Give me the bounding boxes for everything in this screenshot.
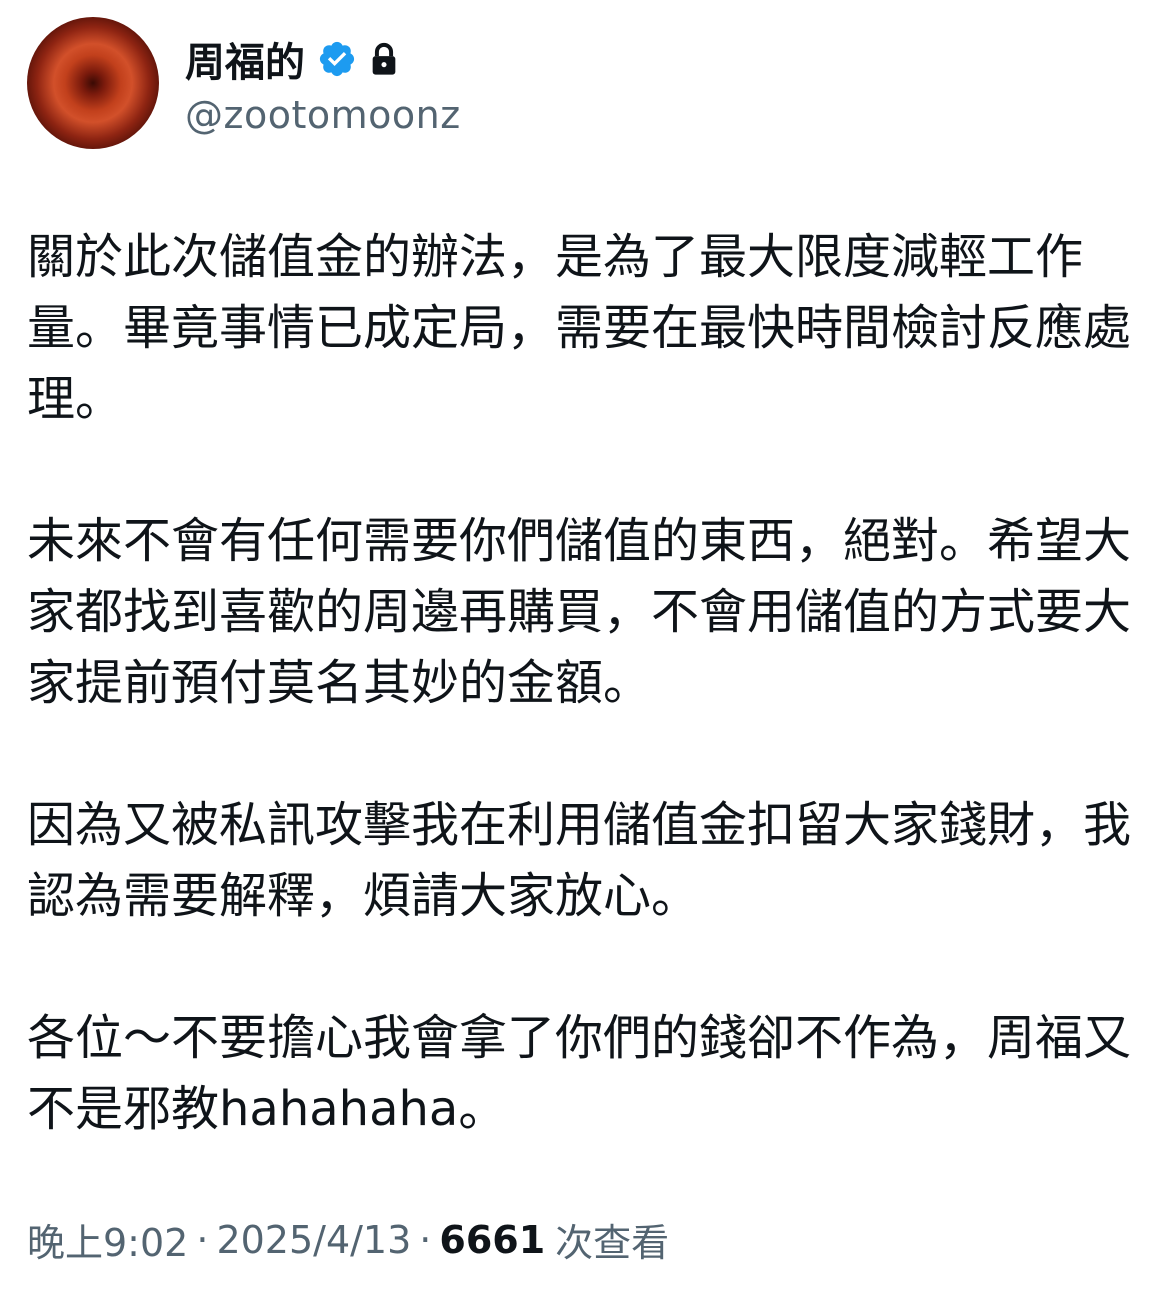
tweet-text: 關於此次儲值金的辦法，是為了最大限度減輕工作量。畢竟事情已成定局，需要在最快時間…	[27, 222, 1151, 1145]
lock-icon	[367, 40, 401, 78]
tweet-meta: 晚上9:02 · 2025/4/13 · 6661 次查看	[27, 1212, 669, 1267]
meta-separator: ·	[196, 1217, 209, 1262]
tweet-header: 周福的 @zootomoonz	[27, 17, 461, 149]
views-label: 次查看	[555, 1221, 670, 1265]
verified-badge-icon	[317, 39, 357, 79]
author-identity: 周福的 @zootomoonz	[185, 29, 461, 137]
tweet-paragraph: 各位～不要擔心我會拿了你們的錢卻不作為，周福又不是邪教hahahaha。	[27, 1010, 1132, 1137]
display-name[interactable]: 周福的	[185, 30, 305, 88]
post-date[interactable]: 2025/4/13	[216, 1218, 411, 1262]
post-time[interactable]: 晚上9:02	[27, 1212, 188, 1267]
tweet-paragraph: 未來不會有任何需要你們儲值的東西，絕對。希望大家都找到喜歡的周邊再購買，不會用儲…	[27, 513, 1132, 711]
name-row: 周福的	[185, 29, 461, 89]
meta-separator: ·	[419, 1217, 432, 1262]
tweet-paragraph: 關於此次儲值金的辦法，是為了最大限度減輕工作量。畢竟事情已成定局，需要在最快時間…	[27, 229, 1132, 427]
user-handle[interactable]: @zootomoonz	[185, 93, 461, 137]
tweet-paragraph: 因為又被私訊攻擊我在利用儲值金扣留大家錢財，我認為需要解釋，煩請大家放心。	[27, 797, 1132, 924]
avatar[interactable]	[27, 17, 159, 149]
views-count: 6661	[439, 1217, 546, 1262]
